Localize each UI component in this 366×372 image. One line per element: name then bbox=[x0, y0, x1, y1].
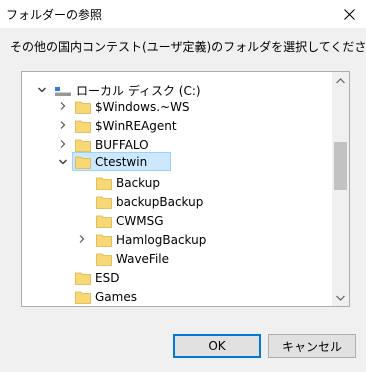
tree-node-label: $WinREAgent bbox=[95, 118, 177, 133]
drive-icon bbox=[55, 86, 71, 96]
tree-node-windows-ws[interactable]: $Windows.~WS bbox=[22, 97, 322, 116]
folder-icon bbox=[96, 253, 112, 266]
chevron-right-icon[interactable] bbox=[58, 120, 68, 130]
close-button[interactable] bbox=[332, 0, 366, 28]
tree-node-hamlogbackup[interactable]: HamlogBackup bbox=[22, 230, 322, 249]
chevron-right-icon[interactable] bbox=[58, 101, 68, 111]
folder-tree[interactable]: ローカル ディスク (C:) $Windows.~WS $WinREAgent … bbox=[21, 71, 350, 307]
folder-icon bbox=[96, 177, 112, 190]
tree-node-backup[interactable]: Backup bbox=[22, 173, 322, 192]
tree-node-esd[interactable]: ESD bbox=[22, 268, 322, 287]
tree-node-partial bbox=[22, 304, 322, 308]
tree-node-label: BUFFALO bbox=[95, 137, 149, 152]
tree-node-label: Backup bbox=[116, 175, 160, 190]
dialog-description: その他の国内コンテスト(ユーザ定義)のフォルダを選択してください bbox=[10, 40, 366, 54]
chevron-down-icon bbox=[336, 295, 345, 301]
chevron-down-icon[interactable] bbox=[37, 85, 47, 95]
scroll-thumb[interactable] bbox=[334, 142, 347, 190]
folder-icon bbox=[75, 291, 91, 304]
tree-node-winreagent[interactable]: $WinREAgent bbox=[22, 116, 322, 135]
cancel-button[interactable]: キャンセル bbox=[268, 334, 356, 358]
scroll-down-button[interactable] bbox=[332, 289, 349, 306]
tree-node-label: Games bbox=[95, 289, 137, 304]
ok-button[interactable]: OK bbox=[173, 334, 261, 358]
close-icon bbox=[343, 8, 355, 20]
folder-icon bbox=[96, 196, 112, 209]
tree-node-label: $Windows.~WS bbox=[95, 99, 190, 114]
folder-icon bbox=[75, 139, 91, 152]
title-bar: フォルダーの参照 bbox=[0, 0, 366, 28]
vertical-scrollbar[interactable] bbox=[332, 72, 349, 306]
scroll-up-button[interactable] bbox=[332, 72, 349, 89]
tree-node-ctestwin-toggle[interactable] bbox=[58, 153, 68, 172]
folder-icon bbox=[96, 215, 112, 228]
tree-node-label: backupBackup bbox=[116, 194, 204, 209]
folder-icon bbox=[75, 307, 91, 308]
chevron-up-icon bbox=[336, 77, 345, 83]
tree-node-label: Ctestwin bbox=[95, 154, 148, 169]
chevron-right-icon[interactable] bbox=[58, 139, 68, 149]
tree-node-wavefile[interactable]: WaveFile bbox=[22, 249, 322, 268]
folder-icon bbox=[75, 120, 91, 133]
tree-node-ctestwin[interactable]: Ctestwin bbox=[72, 152, 171, 171]
folder-icon bbox=[75, 101, 91, 114]
tree-node-label: HamlogBackup bbox=[116, 232, 207, 247]
tree-node-label: WaveFile bbox=[116, 251, 170, 266]
tree-node-backupbackup[interactable]: backupBackup bbox=[22, 192, 322, 211]
chevron-right-icon[interactable] bbox=[77, 234, 87, 244]
folder-icon bbox=[75, 272, 91, 285]
tree-node-label: CWMSG bbox=[116, 213, 164, 228]
tree-node-label: ESD bbox=[95, 270, 120, 285]
chevron-down-icon[interactable] bbox=[58, 157, 68, 167]
tree-node-buffalo[interactable]: BUFFALO bbox=[22, 135, 322, 154]
folder-icon bbox=[75, 156, 91, 169]
folder-icon bbox=[96, 234, 112, 247]
tree-node-cwmsg[interactable]: CWMSG bbox=[22, 211, 322, 230]
dialog-title: フォルダーの参照 bbox=[6, 8, 103, 22]
